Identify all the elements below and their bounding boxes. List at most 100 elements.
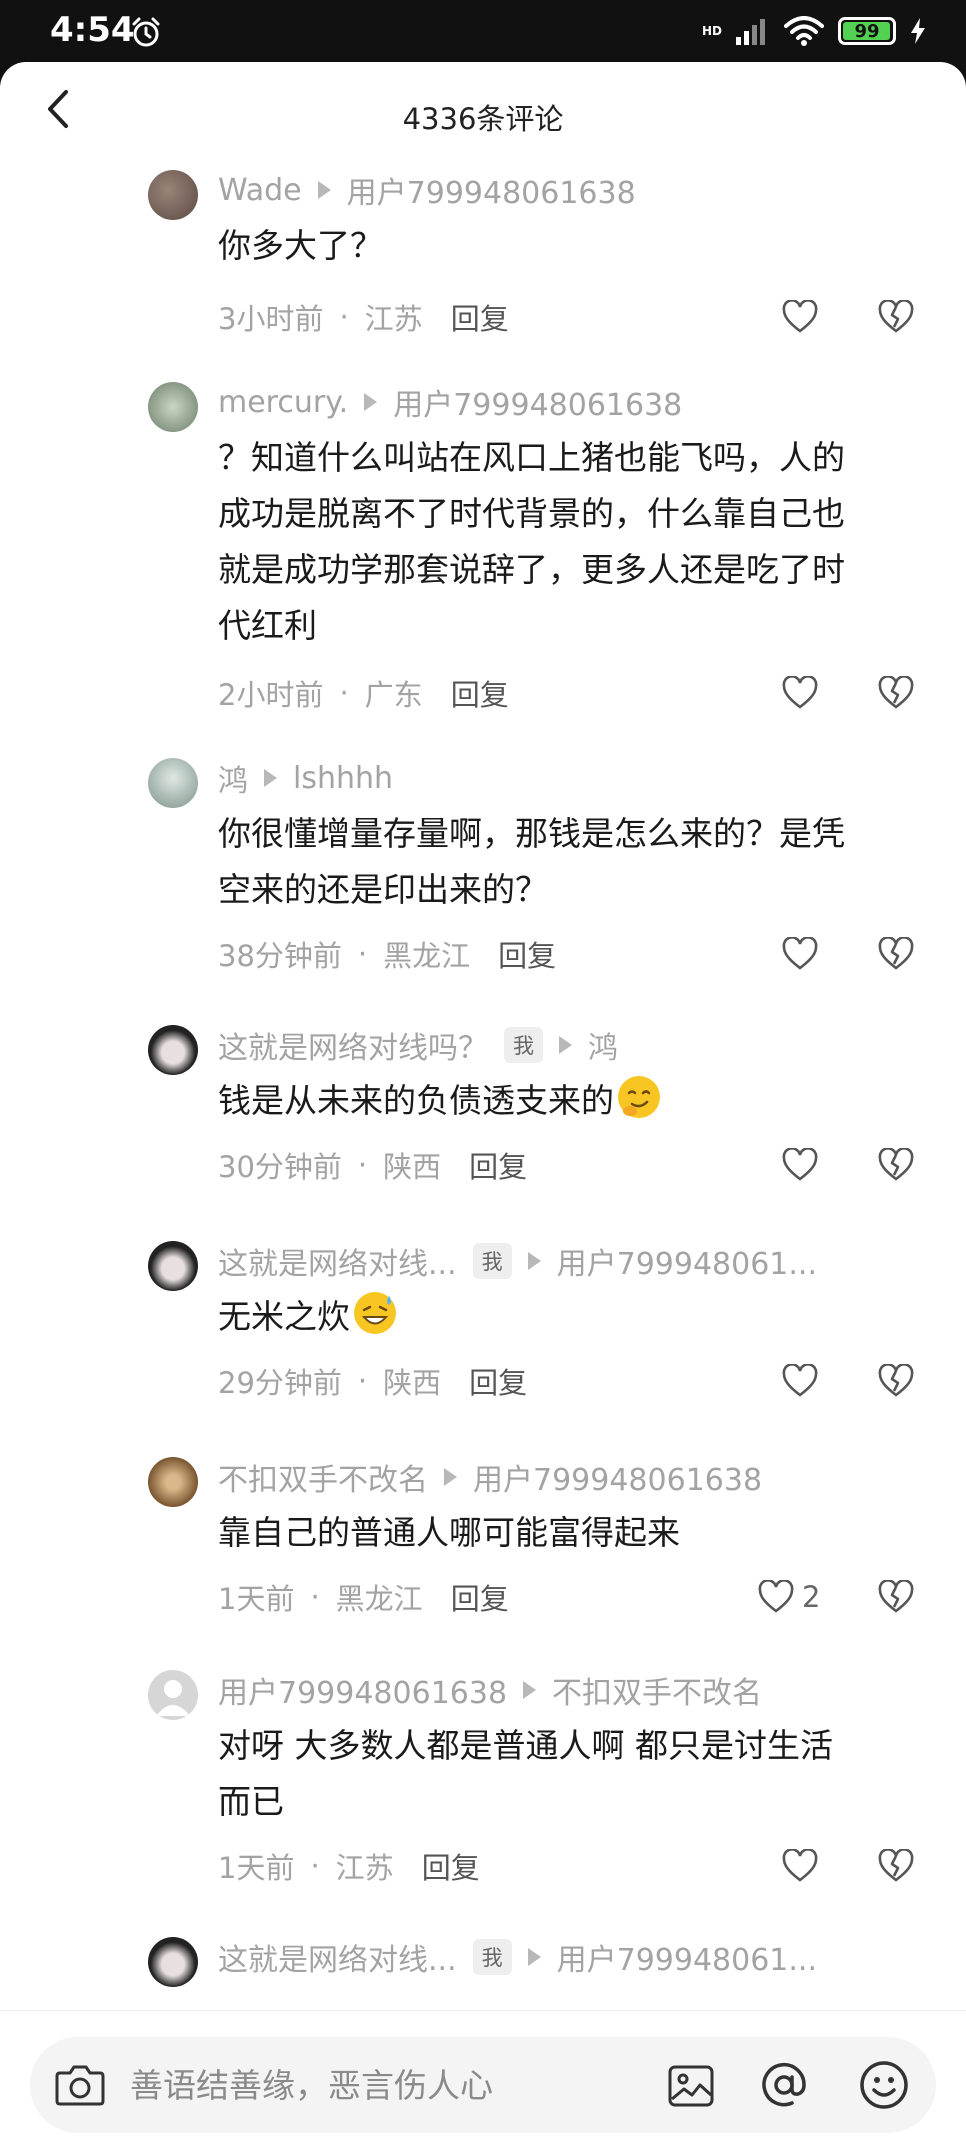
comment-text: 你很懂增量存量啊，那钱是怎么来的？是凭 空来的还是印出来的？ xyxy=(218,806,918,918)
author-name[interactable]: 这就是网络对线... xyxy=(218,1239,457,1283)
comments-sheet: 4336条评论 Wade 用户799948061638 你多大了？ 3小时前 ·… xyxy=(0,62,966,2147)
comment-line: 成功是脱离不了时代背景的，什么靠自己也 xyxy=(218,494,845,533)
comment-footer: 1天前 · 江苏 回复 xyxy=(218,1844,480,1888)
battery-icon: 99 xyxy=(838,17,896,45)
camera-icon[interactable] xyxy=(54,2061,106,2109)
reply-arrow-icon xyxy=(527,1252,541,1270)
avatar[interactable] xyxy=(148,758,198,808)
reply-target[interactable]: 用户799948061... xyxy=(557,1935,817,1979)
like-count: 2 xyxy=(802,1580,821,1614)
comment-text: 你多大了？ xyxy=(218,218,918,274)
avatar[interactable] xyxy=(148,382,198,432)
comment-footer: 38分钟前 · 黑龙江 回复 xyxy=(218,932,556,976)
dislike-button[interactable] xyxy=(878,1359,918,1403)
emoji-picker-icon[interactable] xyxy=(858,2059,910,2111)
comment-meta: 鸿 lshhhh xyxy=(218,756,393,800)
like-button[interactable] xyxy=(782,1844,818,1888)
avatar[interactable] xyxy=(148,1241,198,1291)
heart-icon xyxy=(782,1849,818,1882)
comment-location: 黑龙江 xyxy=(335,1582,423,1616)
comment-line: 而已 xyxy=(218,1782,284,1821)
dislike-button[interactable] xyxy=(878,1844,918,1888)
reply-target[interactable]: 用户799948061638 xyxy=(473,1455,762,1499)
comment-meta: mercury. 用户799948061638 xyxy=(218,380,682,424)
like-button[interactable] xyxy=(782,295,818,339)
reply-button[interactable]: 回复 xyxy=(451,296,509,338)
comment-line: 你多大了？ xyxy=(218,226,383,265)
comment-line: 靠自己的普通人哪可能富得起来 xyxy=(218,1513,680,1552)
default-avatar-icon xyxy=(156,1680,190,1716)
heart-icon xyxy=(782,676,818,709)
comment-line: 空来的还是印出来的？ xyxy=(218,870,548,909)
comment-location: 江苏 xyxy=(364,302,423,336)
avatar[interactable] xyxy=(148,1457,198,1507)
reply-button[interactable]: 回复 xyxy=(451,1576,509,1618)
comment-time: 29分钟前 xyxy=(218,1366,342,1400)
comment-footer: 30分钟前 · 陕西 回复 xyxy=(218,1143,527,1187)
me-badge: 我 xyxy=(472,1939,512,1975)
image-icon[interactable] xyxy=(666,2061,716,2111)
signal-icon xyxy=(736,19,765,45)
like-button[interactable] xyxy=(782,932,818,976)
author-name[interactable]: 不扣双手不改名 xyxy=(218,1455,428,1499)
broken-heart-icon xyxy=(878,1849,914,1882)
reply-arrow-icon xyxy=(317,181,331,199)
comment-time: 1天前 xyxy=(218,1851,295,1885)
reply-target[interactable]: lshhhh xyxy=(293,761,393,796)
comment-text: ？知道什么叫站在风口上猪也能飞吗，人的 成功是脱离不了时代背景的，什么靠自己也 … xyxy=(218,430,918,654)
like-button[interactable] xyxy=(782,1359,818,1403)
dislike-button[interactable] xyxy=(878,1143,918,1187)
avatar[interactable] xyxy=(148,1670,198,1720)
comment-meta: Wade 用户799948061638 xyxy=(218,168,636,212)
reply-button[interactable]: 回复 xyxy=(498,933,556,975)
comment-meta: 不扣双手不改名 用户799948061638 xyxy=(218,1455,762,1499)
comment-meta: 这就是网络对线吗？ 我 鸿 xyxy=(218,1023,618,1067)
comment-line: 无米之炊 xyxy=(218,1297,350,1336)
dislike-button[interactable] xyxy=(878,1575,918,1619)
reply-target[interactable]: 不扣双手不改名 xyxy=(552,1668,762,1712)
network-type: HD xyxy=(701,24,722,38)
comment-location: 陕西 xyxy=(383,1366,442,1400)
broken-heart-icon xyxy=(878,937,914,970)
author-name[interactable]: 用户799948061638 xyxy=(218,1668,507,1712)
reply-target[interactable]: 用户799948061... xyxy=(557,1239,817,1283)
reply-button[interactable]: 回复 xyxy=(469,1144,527,1186)
smirk-emoji-icon xyxy=(618,1076,660,1118)
author-name[interactable]: Wade xyxy=(218,173,302,208)
reply-arrow-icon xyxy=(264,769,277,787)
battery-level: 99 xyxy=(854,20,880,42)
author-name[interactable]: mercury. xyxy=(218,385,348,420)
comment-footer: 1天前 · 黑龙江 回复 xyxy=(218,1575,509,1619)
comment-input[interactable] xyxy=(130,2055,630,2115)
status-bar: 4:54 HD 99 xyxy=(0,0,966,62)
like-button[interactable]: 2 xyxy=(758,1575,820,1619)
reply-target[interactable]: 用户799948061638 xyxy=(347,168,636,212)
comment-composer xyxy=(0,2010,966,2147)
reply-button[interactable]: 回复 xyxy=(451,672,509,714)
me-badge: 我 xyxy=(472,1243,512,1279)
comment-location: 广东 xyxy=(364,678,423,712)
like-button[interactable] xyxy=(782,671,818,715)
dislike-button[interactable] xyxy=(878,932,918,976)
at-mention-icon[interactable] xyxy=(758,2059,810,2111)
reply-target[interactable]: 鸿 xyxy=(588,1023,618,1067)
comment-time: 3小时前 xyxy=(218,302,324,336)
avatar[interactable] xyxy=(148,170,198,220)
like-button[interactable] xyxy=(782,1143,818,1187)
avatar[interactable] xyxy=(148,1025,198,1075)
comment-time: 1天前 xyxy=(218,1582,295,1616)
reply-target[interactable]: 用户799948061638 xyxy=(393,380,682,424)
dislike-button[interactable] xyxy=(878,671,918,715)
dislike-button[interactable] xyxy=(878,295,918,339)
comment-text: 无米之炊 xyxy=(218,1289,918,1345)
heart-icon xyxy=(782,1364,818,1397)
author-name[interactable]: 这就是网络对线... xyxy=(218,1935,457,1979)
broken-heart-icon xyxy=(878,1580,914,1613)
reply-button[interactable]: 回复 xyxy=(469,1360,527,1402)
reply-button[interactable]: 回复 xyxy=(422,1845,480,1887)
avatar[interactable] xyxy=(148,1937,198,1987)
broken-heart-icon xyxy=(878,1364,914,1397)
author-name[interactable]: 鸿 xyxy=(218,756,248,800)
author-name[interactable]: 这就是网络对线吗？ xyxy=(218,1023,488,1067)
comment-footer: 3小时前 · 江苏 回复 xyxy=(218,295,509,339)
